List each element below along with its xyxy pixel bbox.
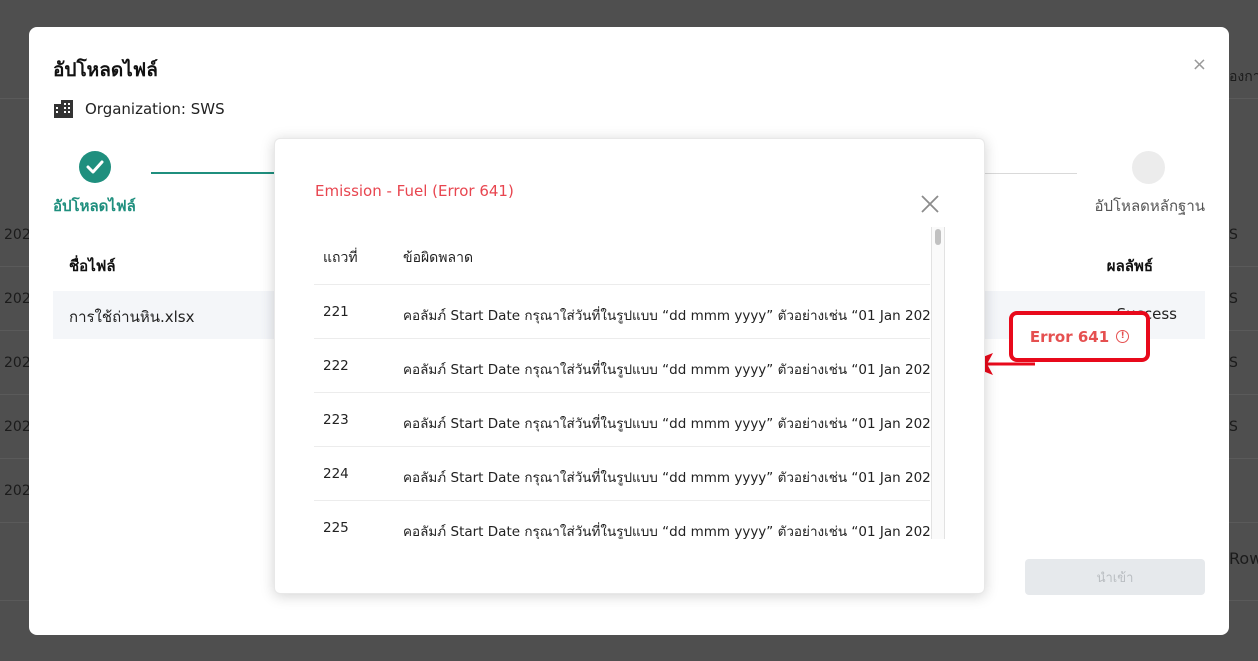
row-number: 224 (323, 466, 349, 482)
step-connector (151, 172, 281, 174)
column-header-file-name: ชื่อไฟล์ (69, 257, 116, 275)
close-icon[interactable] (920, 194, 940, 214)
background-text: 202 (4, 483, 31, 499)
import-button[interactable]: นำเข้า (1025, 559, 1205, 595)
error-message: คอลัมภ์ Start Date กรุณาใส่วันที่ในรูปแบ… (403, 524, 930, 539)
error-table-header: แถวที่ ข้อผิดพลาด (314, 229, 930, 285)
table-row: 225 คอลัมภ์ Start Date กรุณาใส่วันที่ในร… (314, 501, 930, 539)
organization-label: Organization: SWS (85, 100, 225, 118)
background-text: S (1229, 291, 1238, 307)
error-message: คอลัมภ์ Start Date กรุณาใส่วันที่ในรูปแบ… (403, 362, 930, 378)
scrollbar[interactable] (931, 227, 945, 539)
table-row: 224 คอลัมภ์ Start Date กรุณาใส่วันที่ในร… (314, 447, 930, 501)
column-header-result: ผลลัพธ์ (1106, 257, 1153, 275)
background-text: 202 (4, 419, 31, 435)
building-icon (54, 100, 73, 118)
row-number: 221 (323, 304, 349, 320)
row-number: 223 (323, 412, 349, 428)
background-text: S (1229, 419, 1238, 435)
column-header-row: แถวที่ (323, 250, 358, 266)
error-details-popup: Emission - Fuel (Error 641) แถวที่ ข้อผิ… (274, 138, 985, 594)
table-row: 223 คอลัมภ์ Start Date กรุณาใส่วันที่ในร… (314, 393, 930, 447)
error-result-text: Error 641 (1029, 327, 1110, 346)
error-message: คอลัมภ์ Start Date กรุณาใส่วันที่ในรูปแบ… (403, 308, 930, 324)
column-header-error: ข้อผิดพลาด (403, 250, 474, 266)
background-text: 202 (4, 355, 31, 371)
step-label-upload-file: อัปโหลดไฟล์ (53, 197, 136, 215)
background-text: Row (1229, 549, 1258, 568)
close-icon[interactable]: × (1192, 55, 1207, 75)
row-number: 225 (323, 520, 349, 536)
info-icon: ! (1116, 330, 1130, 343)
modal-title: อัปโหลดไฟล์ (53, 59, 158, 81)
organization-info: Organization: SWS (53, 99, 225, 119)
background-text: 202 (4, 227, 31, 243)
step-label-upload-evidence: อัปโหลดหลักฐาน (1094, 197, 1205, 215)
background-text: องกา (1229, 69, 1258, 85)
row-number: 222 (323, 358, 349, 374)
step-done-indicator (79, 151, 111, 183)
popup-title: Emission - Fuel (Error 641) (315, 182, 514, 200)
step-connector (984, 173, 1077, 174)
table-row: 221 คอลัมภ์ Start Date กรุณาใส่วันที่ในร… (314, 285, 930, 339)
check-icon (86, 160, 104, 174)
background-text: S (1229, 355, 1238, 371)
background-text: 202 (4, 291, 31, 307)
error-message: คอลัมภ์ Start Date กรุณาใส่วันที่ในรูปแบ… (403, 470, 930, 486)
file-name: การใช้ถ่านหิน.xlsx (69, 308, 195, 326)
table-row: 222 คอลัมภ์ Start Date กรุณาใส่วันที่ในร… (314, 339, 930, 393)
scrollbar-thumb[interactable] (935, 229, 941, 245)
error-message: คอลัมภ์ Start Date กรุณาใส่วันที่ในรูปแบ… (403, 416, 930, 432)
step-pending-indicator (1132, 151, 1165, 184)
background-text: S (1229, 227, 1238, 243)
error-table-body: 221 คอลัมภ์ Start Date กรุณาใส่วันที่ในร… (314, 285, 930, 539)
